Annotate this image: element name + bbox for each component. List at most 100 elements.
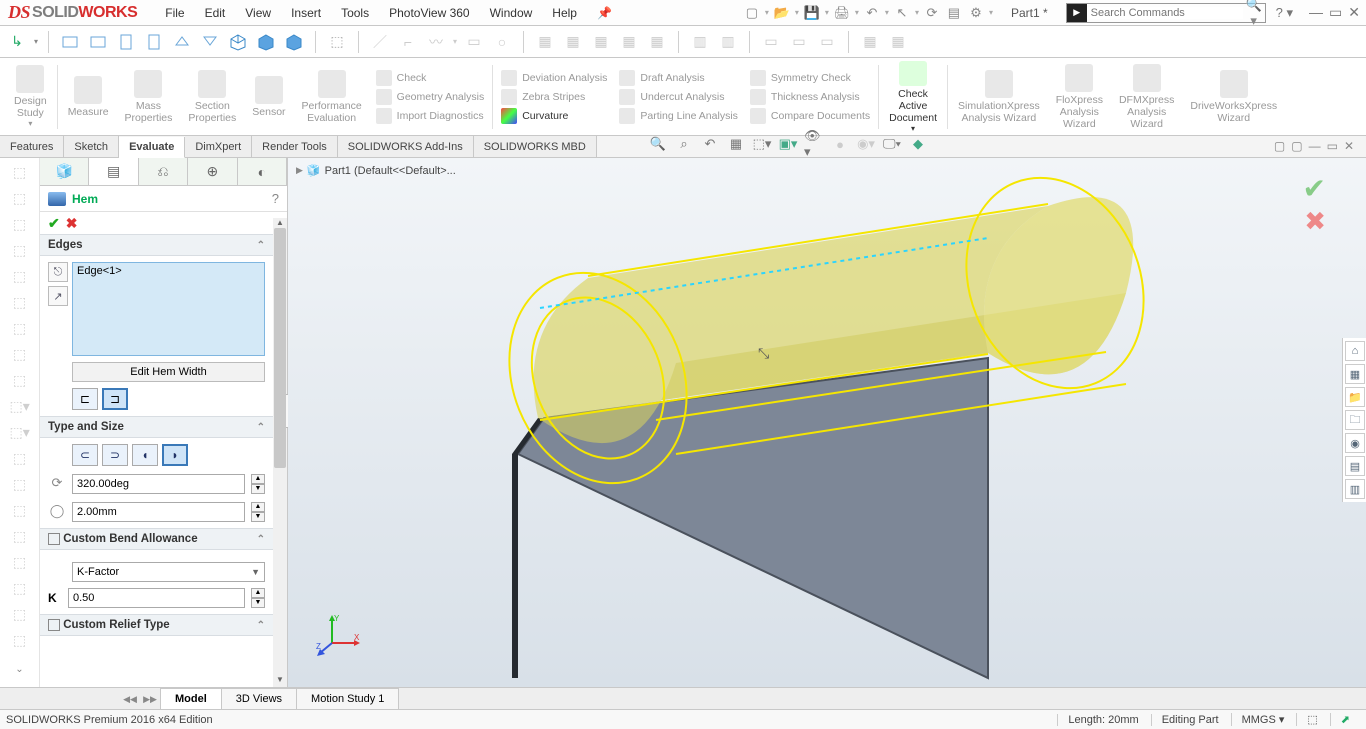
orientation-triad[interactable]: Y X Z [316,613,360,657]
edge-select-icon[interactable]: ⎋ [48,262,68,282]
sketch-corner-icon[interactable]: ⌐ [397,31,419,53]
vp-next-icon[interactable]: ▢ [1291,139,1302,153]
lt-icon-15[interactable]: ⬚ [10,528,30,548]
lt-icon-12[interactable]: ⬚ [10,450,30,470]
section-view-icon[interactable]: ▦ [726,134,746,154]
lt-icon-1[interactable]: ⬚ [10,164,30,184]
misc2-icon[interactable]: ▦ [887,31,909,53]
minimize-icon[interactable]: — [1309,4,1323,21]
menu-photoview[interactable]: PhotoView 360 [389,6,470,20]
search-input[interactable] [1087,7,1243,19]
sensor-button[interactable]: Sensor [244,61,293,133]
cancel-button[interactable]: ✖ [66,215,78,232]
tab-sketch[interactable]: Sketch [64,136,119,157]
vp-max-icon[interactable]: ▭ [1327,139,1338,153]
configuration-manager-tab[interactable]: ⎌ [139,158,188,185]
cba-checkbox[interactable] [48,533,60,545]
print-icon[interactable]: 🖨 [833,4,851,22]
tab-mbd[interactable]: SOLIDWORKS MBD [474,136,597,157]
lt-icon-2[interactable]: ⬚ [10,190,30,210]
scroll-thumb[interactable] [274,228,286,468]
taskpane-design-library-icon[interactable]: 📁 [1345,387,1365,407]
lt-icon-10[interactable]: ⬚▾ [10,398,30,418]
lt-icon-9[interactable]: ⬚ [10,372,30,392]
taskpane-resources-icon[interactable]: ▦ [1345,364,1365,384]
material-inside-button[interactable]: ⊏ [72,388,98,410]
radius-spinner[interactable]: ▲▼ [251,502,265,522]
top-view-icon[interactable] [171,31,193,53]
k-spinner[interactable]: ▲▼ [251,588,265,608]
tab-features[interactable]: Features [0,136,64,157]
btab-scroll-left-icon[interactable]: ◀◀ [120,688,140,709]
view-settings-icon[interactable]: 🖵▾ [882,134,902,154]
lt-icon-19[interactable]: ⬚ [10,632,30,652]
mass-properties-button[interactable]: Mass Properties [117,61,181,133]
edges-group-header[interactable]: Edges⌃ [40,234,273,256]
close-icon[interactable]: ✕ [1348,4,1360,21]
dimxpert-manager-tab[interactable]: ⊕ [188,158,237,185]
group5-icon[interactable]: ▦ [646,31,668,53]
normal-to-icon[interactable]: ⬚ [326,31,348,53]
trimetric-icon[interactable] [255,31,277,53]
bottom-view-icon[interactable] [199,31,221,53]
group1-icon[interactable]: ▦ [534,31,556,53]
front-view-icon[interactable] [59,31,81,53]
check-button[interactable]: Check [376,70,485,86]
lt-icon-5[interactable]: ⬚ [10,268,30,288]
tab-evaluate[interactable]: Evaluate [119,137,185,158]
design-study-button[interactable]: Design Study▾ [6,61,55,133]
zebra-stripes-button[interactable]: Zebra Stripes [501,89,607,105]
thickness-analysis-button[interactable]: Thickness Analysis [750,89,870,105]
geometry-analysis-button[interactable]: Geometry Analysis [376,89,485,105]
btab-3dviews[interactable]: 3D Views [221,688,297,709]
lt-icon-11[interactable]: ⬚▾ [10,424,30,444]
apply-scene-icon[interactable]: ◉▾ [856,134,876,154]
sketch-arc-icon[interactable]: 〰 [425,31,447,53]
feature-manager-tab[interactable]: 🧊 [40,158,89,185]
view2-icon[interactable]: ▭ [788,31,810,53]
hem-open-button[interactable]: ⊃ [102,444,128,466]
section-properties-button[interactable]: Section Properties [180,61,244,133]
deviation-analysis-button[interactable]: Deviation Analysis [501,70,607,86]
edit-hem-width-button[interactable]: Edit Hem Width [72,362,265,382]
symmetry-check-button[interactable]: Symmetry Check [750,70,870,86]
options-list-icon[interactable]: ▤ [945,4,963,22]
taskpane-view-palette-icon[interactable]: ◉ [1345,433,1365,453]
rebuild-icon[interactable]: ⟳ [923,4,941,22]
group3-icon[interactable]: ▦ [590,31,612,53]
type-size-group-header[interactable]: Type and Size⌃ [40,416,273,438]
taskpane-file-explorer-icon[interactable]: 🗀 [1345,410,1365,430]
lt-icon-8[interactable]: ⬚ [10,346,30,366]
save-icon[interactable]: 💾 [803,4,821,22]
right-view-icon[interactable] [143,31,165,53]
undercut-analysis-button[interactable]: Undercut Analysis [619,89,737,105]
menu-help[interactable]: Help [552,6,577,20]
draft-analysis-button[interactable]: Draft Analysis [619,70,737,86]
btab-scroll-right-icon[interactable]: ▶▶ [140,688,160,709]
material-outside-button[interactable]: ⊐ [102,388,128,410]
dimetric-icon[interactable] [283,31,305,53]
status-maximize-icon[interactable]: ⬈ [1330,713,1360,726]
display-manager-tab[interactable]: ◐ [238,158,287,185]
render-icon[interactable]: ◆ [908,134,928,154]
help-icon[interactable]: ? ▾ [1276,5,1293,21]
menu-tools[interactable]: Tools [341,6,369,20]
reverse-dir-icon[interactable]: ↗ [48,286,68,306]
crt-group-header[interactable]: Custom Relief Type⌃ [40,614,273,636]
hem-teardrop-button[interactable]: ◖ [132,444,158,466]
ok-button[interactable]: ✔ [48,215,60,232]
settings-gear-icon[interactable]: ⚙ [967,4,985,22]
angle-spinner[interactable]: ▲▼ [251,474,265,494]
lt-icon-18[interactable]: ⬚ [10,606,30,626]
taskpane-home-icon[interactable]: ⌂ [1345,341,1365,361]
crt-checkbox[interactable] [48,619,60,631]
taskpane-appearances-icon[interactable]: ▤ [1345,456,1365,476]
hem-radius-input[interactable] [72,502,245,522]
bend-allowance-type-combo[interactable]: K-Factor▼ [72,562,265,582]
search-commands[interactable]: ▶ 🔍▾ [1066,3,1266,23]
tab-dimxpert[interactable]: DimXpert [185,136,252,157]
hide-show-icon[interactable]: 👁▾ [804,134,824,154]
display-style-icon[interactable]: ▣▾ [778,134,798,154]
hem-angle-input[interactable] [72,474,245,494]
lt-icon-16[interactable]: ⬚ [10,554,30,574]
